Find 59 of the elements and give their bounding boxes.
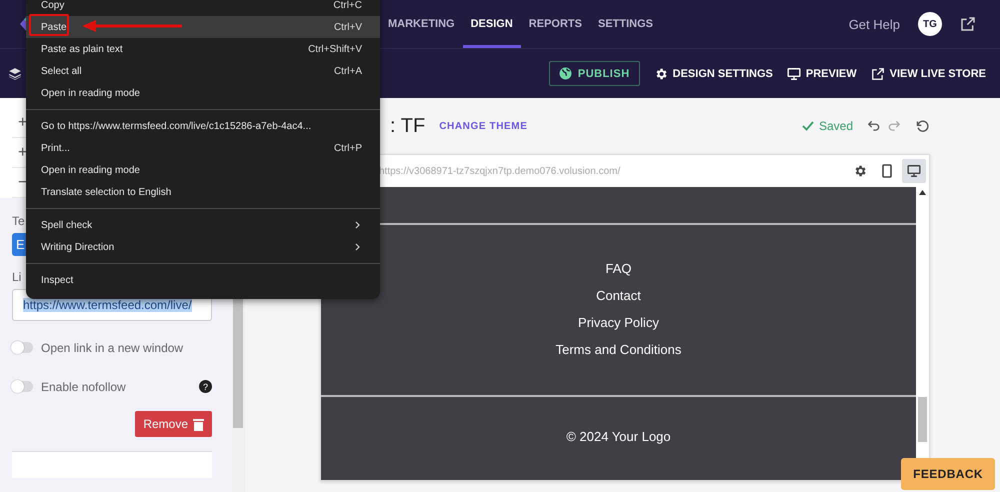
toolbar-button[interactable]: DESIGN SETTINGS — [654, 66, 773, 80]
reset-icon[interactable] — [915, 118, 930, 134]
footer-link[interactable]: FAQ — [605, 261, 632, 276]
change-theme-link[interactable]: CHANGE THEME — [439, 120, 528, 132]
highlight-frame — [29, 14, 69, 36]
help-link[interactable]: Get Help — [848, 16, 900, 32]
toggle-switch[interactable] — [12, 342, 33, 353]
publish-button[interactable]: PUBLISH — [548, 61, 640, 86]
nav-tab[interactable]: REPORTS — [520, 0, 590, 48]
row-toggle[interactable]: + — [18, 114, 28, 132]
toggle-switch[interactable] — [12, 381, 33, 392]
menu-item[interactable]: Inspect — [26, 269, 380, 291]
footer-link[interactable]: Privacy Policy — [578, 315, 659, 330]
undo-icon[interactable] — [867, 119, 881, 133]
menu-item[interactable]: Paste Ctrl+V — [26, 16, 380, 38]
device-button[interactable] — [902, 159, 926, 183]
monitor-icon — [786, 66, 801, 80]
menu-item[interactable]: Paste as plain text Ctrl+Shift+V — [26, 38, 380, 60]
menu-item[interactable]: Select all Ctrl+A — [26, 60, 380, 82]
nav-tab[interactable]: SETTINGS — [590, 0, 661, 48]
toggle-label: Open link in a new window — [41, 340, 184, 354]
remove-button[interactable]: Remove — [135, 411, 212, 437]
scroll-up-icon[interactable] — [919, 190, 926, 195]
footer-link[interactable]: Terms and Conditions — [556, 342, 682, 357]
toolbar-button[interactable]: VIEW LIVE STORE — [870, 66, 986, 80]
saved-status: Saved — [802, 119, 853, 133]
menu-item[interactable]: Translate selection to English — [26, 181, 380, 203]
page-title: : TF — [390, 114, 426, 138]
external-link-icon — [960, 16, 976, 32]
menu-item[interactable]: Go to https://www.termsfeed.com/live/c1c15286-a7eb-4ac4... — [26, 115, 380, 137]
toolbar-button[interactable]: PREVIEW — [786, 66, 857, 80]
menu-item[interactable]: Print... Ctrl+P — [26, 137, 380, 159]
user-avatar[interactable]: TG — [918, 12, 942, 36]
menu-item[interactable]: Copy Ctrl+C — [26, 0, 380, 16]
nav-tab[interactable]: MARKETING — [380, 0, 463, 48]
row-toggle[interactable]: + — [18, 144, 28, 162]
footer-link[interactable]: Contact — [596, 288, 641, 303]
settings-icon — [654, 66, 668, 80]
globe-icon — [558, 67, 572, 80]
chevron-right-icon — [354, 243, 362, 251]
menu-item[interactable]: Writing Direction — [26, 236, 380, 258]
chevron-right-icon — [354, 221, 362, 229]
menu-item[interactable]: Open in reading mode — [26, 82, 380, 104]
desktop-icon — [907, 164, 921, 178]
settings-icon — [853, 164, 867, 178]
trash-icon — [193, 418, 204, 430]
toggle-label: Enable nofollow — [41, 380, 126, 394]
check-icon — [802, 121, 814, 131]
layers-icon[interactable] — [8, 66, 22, 80]
feedback-button[interactable]: FEEDBACK — [901, 458, 995, 490]
menu-item[interactable]: Open in reading mode — [26, 159, 380, 181]
field-label: Li — [12, 270, 22, 284]
menu-item[interactable]: Spell check — [26, 214, 380, 236]
copyright-text: © 2024 Your Logo — [566, 429, 671, 444]
scrollbar-thumb[interactable] — [918, 397, 927, 442]
external-link-icon — [870, 66, 885, 80]
phone-icon — [882, 164, 892, 178]
field-label: Te — [12, 214, 25, 228]
help-icon[interactable]: ? — [199, 380, 212, 393]
